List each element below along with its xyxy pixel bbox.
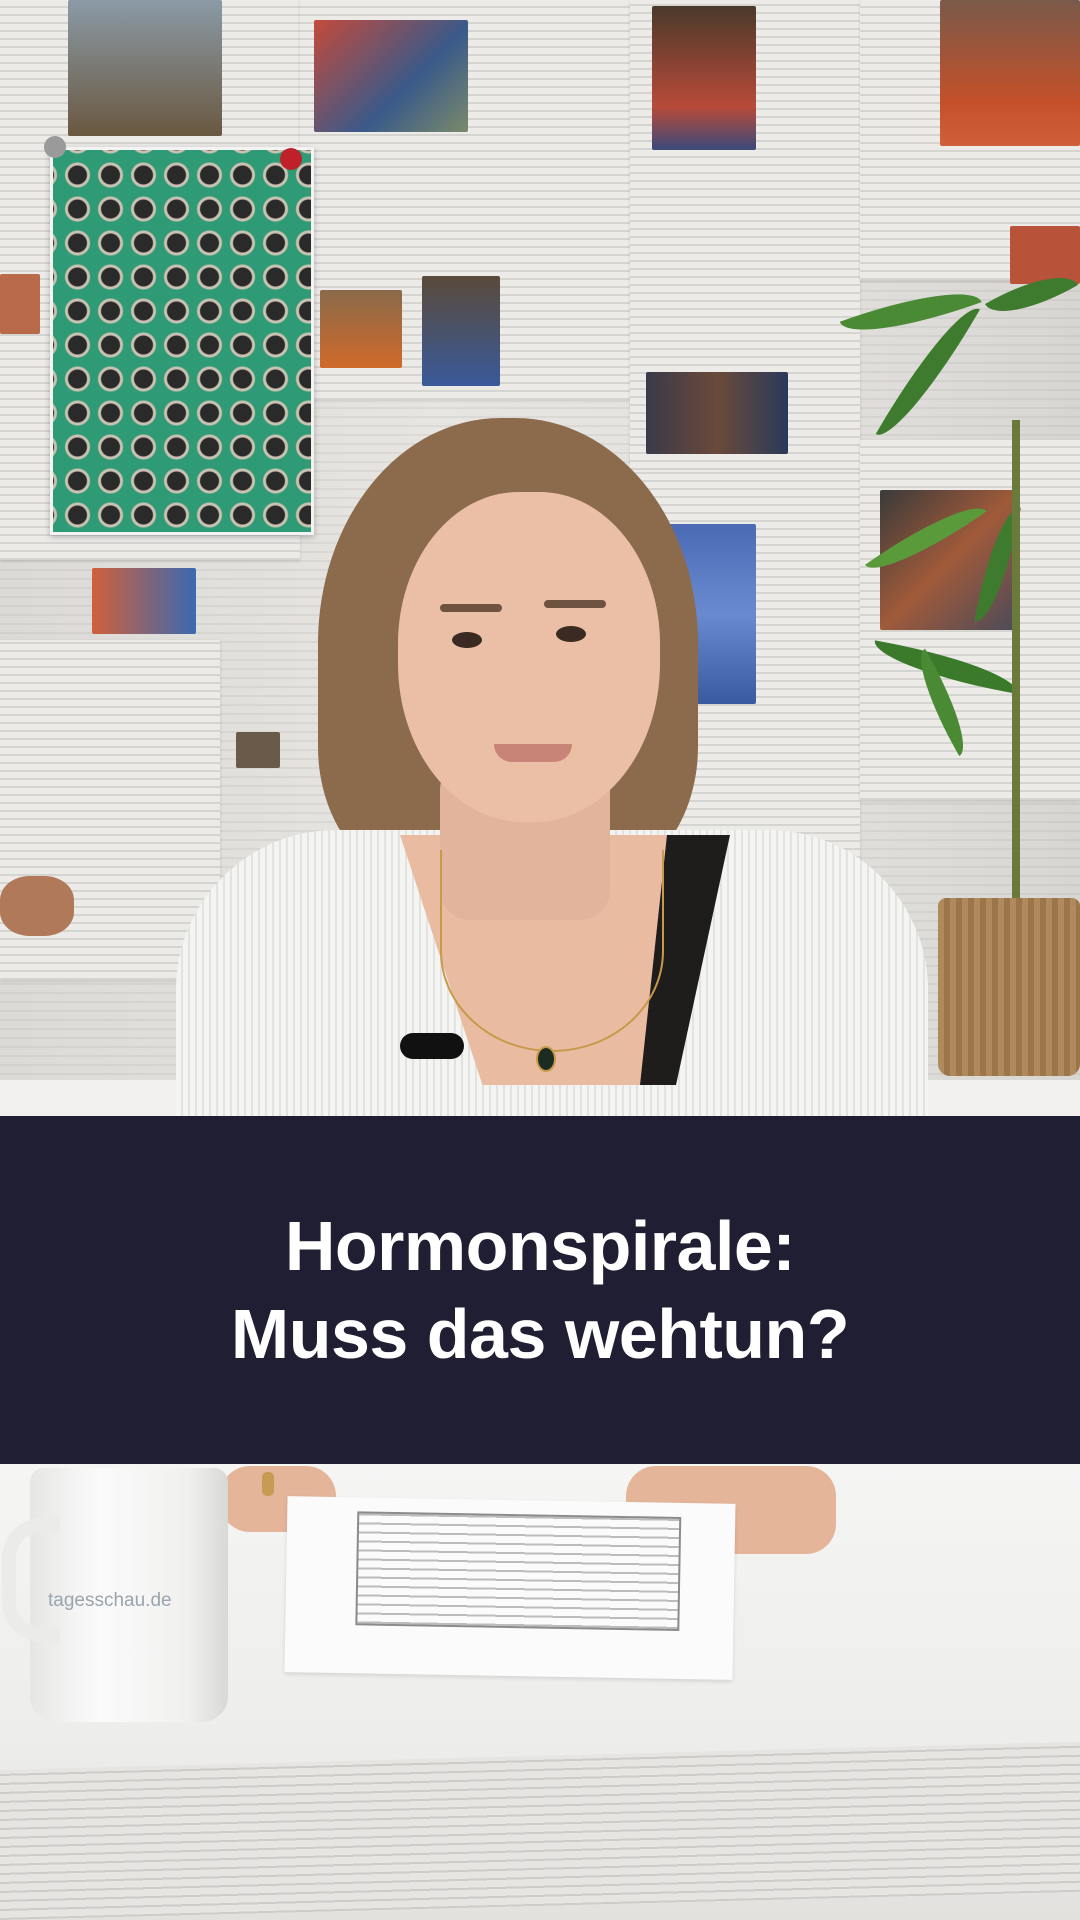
face: [398, 492, 660, 822]
lavalier-microphone-icon: [400, 1033, 464, 1059]
red-pin-icon: [280, 148, 302, 170]
newspaper-on-desk: [0, 1741, 1080, 1920]
right-eye: [556, 626, 586, 642]
title-banner: Hormonspirale: Muss das wehtun?: [0, 1116, 1080, 1464]
mug-label: tagesschau.de: [48, 1590, 172, 1611]
mouth: [494, 744, 572, 762]
faces-poster: [50, 147, 314, 535]
title-line-1: Hormonspirale:: [284, 1207, 796, 1285]
title-line-2: Muss das wehtun?: [230, 1295, 850, 1373]
document-sheet: [284, 1496, 736, 1680]
ring: [262, 1472, 274, 1496]
left-eye: [452, 632, 482, 648]
grey-pin-icon: [44, 136, 66, 158]
necklace: [440, 850, 664, 1052]
mug: tagesschau.de: [2, 1468, 228, 1722]
plant-basket: [938, 898, 1080, 1076]
pendant: [536, 1046, 556, 1072]
video-frame: tagesschau.de Hormonspirale: Muss das we…: [0, 0, 1080, 1920]
